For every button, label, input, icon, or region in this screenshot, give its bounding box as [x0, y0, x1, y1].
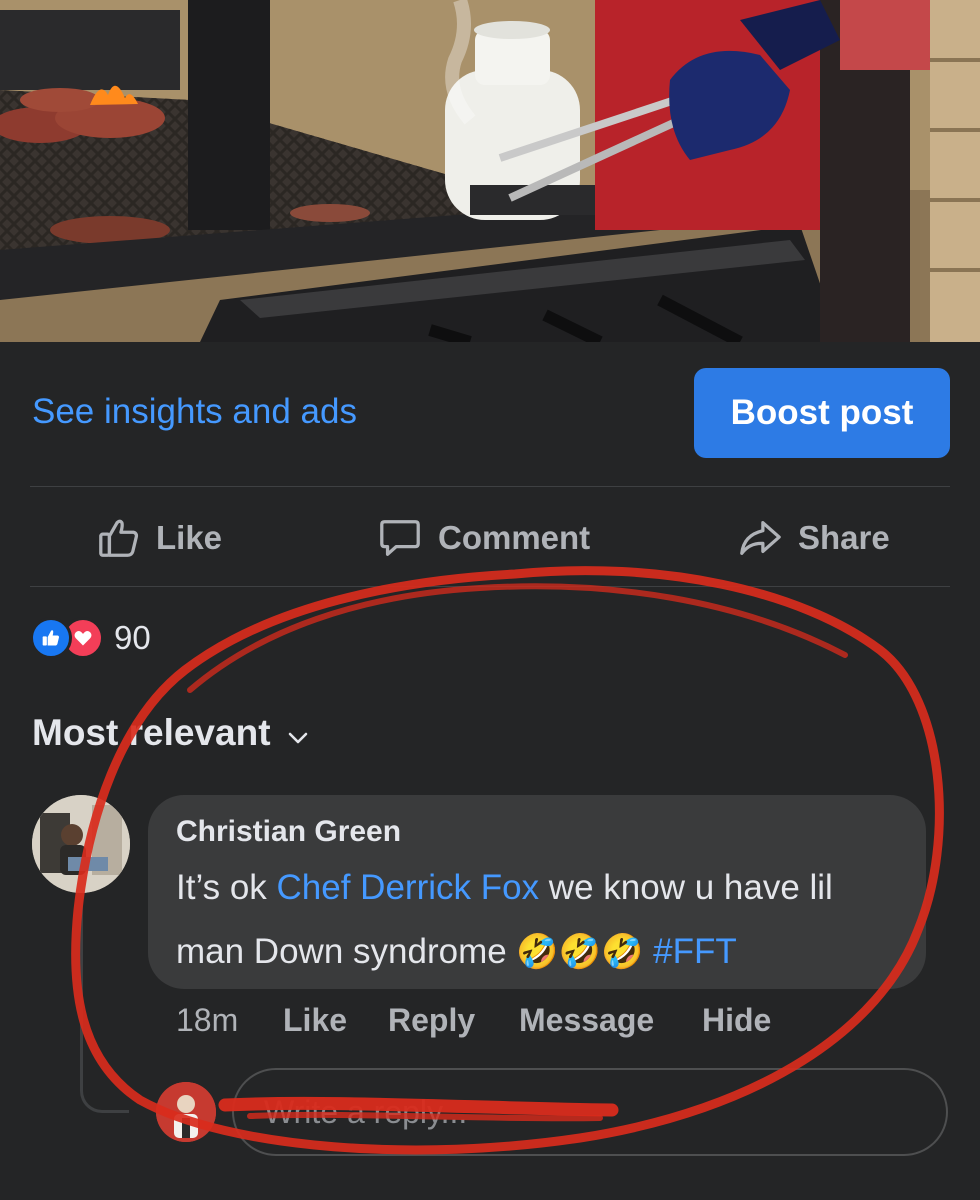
- speech-bubble-icon: [376, 515, 424, 561]
- like-label: Like: [156, 519, 223, 556]
- comment-label: Comment: [438, 519, 591, 556]
- see-insights-link[interactable]: See insights and ads: [32, 392, 357, 432]
- post-photo[interactable]: [0, 0, 980, 342]
- comment-timestamp[interactable]: 18m: [176, 1002, 238, 1039]
- boost-post-button[interactable]: Boost post: [694, 368, 950, 458]
- reply-input[interactable]: [232, 1068, 948, 1156]
- current-user-avatar: [156, 1082, 216, 1142]
- divider: [30, 486, 950, 487]
- like-button[interactable]: Like: [96, 510, 222, 566]
- mention-link[interactable]: Chef Derrick Fox: [277, 868, 540, 907]
- reaction-count: 90: [114, 619, 151, 656]
- comment-text-prefix: It’s ok: [176, 868, 277, 907]
- laughing-emoji: 🤣🤣🤣: [516, 933, 644, 971]
- grill-photo-illustration: [0, 0, 980, 342]
- comment-like-button[interactable]: Like: [283, 1002, 347, 1039]
- comment-reply-button[interactable]: Reply: [388, 1002, 475, 1039]
- reply-thread-line: [80, 900, 129, 1113]
- sort-label: Most relevant: [32, 712, 271, 753]
- thumbs-up-icon: [96, 515, 142, 561]
- comment-hide-button[interactable]: Hide: [702, 1002, 771, 1039]
- divider: [30, 586, 950, 587]
- comment-sort-dropdown[interactable]: Most relevant: [32, 712, 309, 754]
- like-reaction-icon: [30, 617, 72, 659]
- share-arrow-icon: [736, 515, 784, 561]
- share-button[interactable]: Share: [736, 510, 890, 566]
- share-label: Share: [798, 519, 890, 556]
- comment-button[interactable]: Comment: [376, 510, 590, 566]
- comment-text: It’s ok Chef Derrick Fox we know u have …: [176, 856, 906, 984]
- hashtag-link[interactable]: #FFT: [653, 932, 737, 971]
- commenter-avatar[interactable]: [32, 795, 130, 893]
- chevron-down-icon: [287, 712, 309, 754]
- reaction-summary[interactable]: 90: [30, 617, 151, 659]
- comment-message-button[interactable]: Message: [519, 1002, 654, 1039]
- comment-author[interactable]: Christian Green: [176, 815, 401, 849]
